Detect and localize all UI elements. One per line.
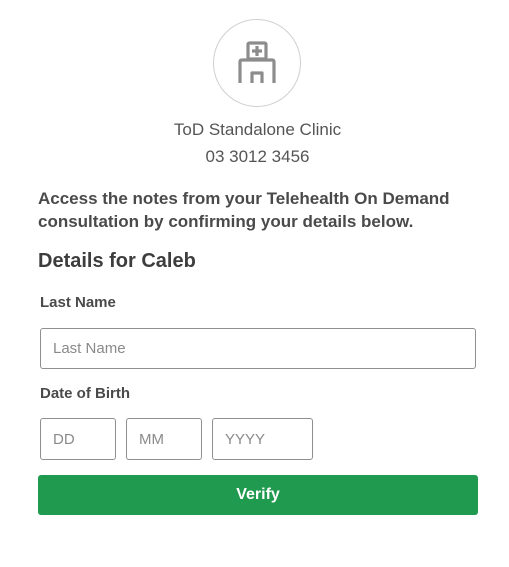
hospital-building-icon [238,41,276,83]
clinic-phone: 03 3012 3456 [205,147,310,166]
last-name-input[interactable] [40,328,476,369]
verify-button[interactable]: Verify [38,475,478,515]
verification-page: ToD Standalone Clinic 03 3012 3456 Acces… [0,0,509,567]
dob-day-input[interactable] [40,418,116,460]
intro-text: Access the notes from your Telehealth On… [38,189,450,231]
clinic-logo [213,19,301,107]
clinic-name: ToD Standalone Clinic [173,120,342,139]
dob-month-input[interactable] [126,418,202,460]
date-of-birth-label: Date of Birth [40,385,130,402]
dob-year-input[interactable] [212,418,313,460]
details-heading: Details for Caleb [38,250,196,272]
last-name-label: Last Name [40,294,116,311]
